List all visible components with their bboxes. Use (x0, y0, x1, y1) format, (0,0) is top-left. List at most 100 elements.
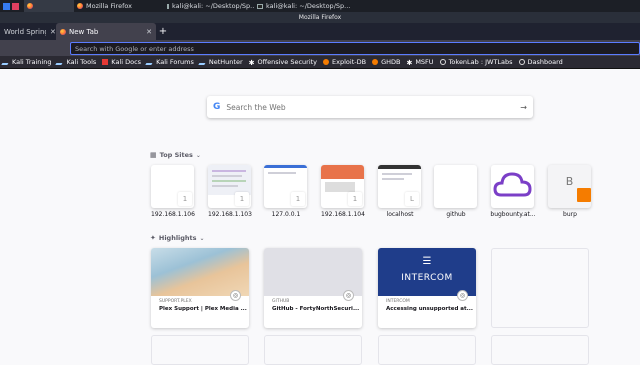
highlight-placeholder (264, 335, 362, 365)
highlight-placeholder (491, 335, 589, 365)
taskbar-item-terminal-1[interactable]: kali@kali: ~/Desktop/Sp... (164, 0, 254, 12)
highlight-source: SUPPORT.PLEX (159, 299, 192, 304)
bookmark-kali-tools[interactable]: Kali Tools (54, 58, 99, 66)
highlight-card[interactable]: ☰ INTERCOM ◎ INTERCOM Accessing unsuppor… (378, 248, 476, 328)
thumbnail-line (212, 175, 242, 177)
taskbar: Mozilla Firefox kali@kali: ~/Desktop/Sp.… (0, 0, 640, 12)
top-site-label: github (446, 211, 466, 218)
url-input[interactable] (75, 44, 635, 53)
new-tab-page: G Search the Web → ▦ Top Sites ⌄ 1 192.1… (0, 69, 640, 365)
top-site-label: bugbounty.at... (490, 211, 536, 218)
highlight-source: GITHUB (272, 299, 290, 304)
thumbnail-line (382, 173, 412, 175)
bookmark-kali-docs[interactable]: Kali Docs (99, 58, 144, 66)
system-menu-icon[interactable] (0, 0, 24, 12)
top-site-tile[interactable] (434, 165, 477, 208)
highlight-image: ☰ INTERCOM (378, 248, 476, 296)
bookmark-nethunter[interactable]: NetHunter (197, 58, 246, 66)
site-favicon: 1 (235, 192, 249, 206)
top-site-tile[interactable]: 1 (264, 165, 307, 208)
taskbar-item-firefox[interactable]: Mozilla Firefox (74, 0, 164, 12)
bookmark-kali-training[interactable]: Kali Training (0, 58, 54, 66)
url-bar[interactable] (70, 42, 640, 55)
thumbnail-line (212, 170, 246, 172)
bookmark-exploit-db[interactable]: Exploit-DB (320, 58, 369, 66)
highlights-heading[interactable]: ✦ Highlights ⌄ (150, 234, 205, 242)
highlight-placeholder (491, 248, 589, 328)
tab-new-tab[interactable]: New Tab ✕ (56, 23, 156, 40)
kali-icon (55, 59, 66, 65)
highlight-title: Accessing unsupported at... (386, 306, 473, 312)
bookmark-tokenlab[interactable]: TokenLab : JWTLabs (437, 58, 516, 66)
terminal-icon (257, 3, 263, 9)
offsec-icon: ✱ (248, 59, 255, 67)
page-icon: ◎ (457, 290, 468, 301)
site-favicon: 1 (291, 192, 305, 206)
search-placeholder: Search the Web (226, 102, 286, 112)
site-thumbnail (321, 165, 364, 179)
top-site-tile[interactable]: 1 (208, 165, 251, 208)
highlight-source: INTERCOM (386, 299, 410, 304)
intercom-wordmark: INTERCOM (401, 273, 453, 283)
thumbnail-line (212, 180, 246, 182)
firefox-icon (77, 3, 83, 9)
top-site-label: localhost (386, 211, 414, 218)
tab-world-spring[interactable]: World Spring (0, 23, 46, 40)
google-icon: G (213, 102, 221, 112)
page-icon: ◎ (343, 290, 354, 301)
top-site-label: 192.168.1.106 (151, 211, 195, 218)
chevron-down-icon: ⌄ (195, 151, 201, 159)
top-site-tile[interactable]: B (548, 165, 591, 208)
taskbar-item-blank[interactable] (24, 0, 74, 12)
kali-icon (145, 59, 155, 65)
top-site-tile[interactable]: 1 (321, 165, 364, 208)
site-favicon: 1 (178, 192, 192, 206)
site-letter: B (565, 175, 574, 188)
web-search-box[interactable]: G Search the Web → (207, 96, 533, 118)
thumbnail-line (382, 178, 404, 180)
new-tab-button[interactable]: + (156, 26, 170, 37)
grid-icon: ▦ (150, 151, 157, 159)
site-favicon: 1 (348, 192, 362, 206)
bookmark-offensive-security[interactable]: ✱ Offensive Security (246, 58, 320, 67)
bookmark-kali-forums[interactable]: Kali Forums (144, 58, 197, 66)
highlights-icon: ✦ (150, 234, 156, 242)
kali-icon (1, 59, 11, 65)
bookmark-ghdb[interactable]: GHDB (369, 58, 403, 66)
highlight-placeholder (151, 335, 249, 365)
globe-icon (518, 59, 525, 65)
firefox-icon (27, 3, 33, 9)
taskbar-item-terminal-2[interactable]: kali@kali: ~/Desktop/Sp... (254, 0, 354, 12)
top-sites-heading[interactable]: ▦ Top Sites ⌄ (150, 151, 201, 159)
highlight-title: Plex Support | Plex Media ... (159, 306, 247, 312)
top-site-tile[interactable]: L (378, 165, 421, 208)
arrow-right-icon[interactable]: → (520, 103, 527, 112)
kali-icon (198, 59, 208, 65)
tab-close-icon[interactable]: ✕ (46, 23, 56, 40)
highlight-placeholder (378, 335, 476, 365)
site-favicon: L (405, 192, 419, 206)
top-site-label: 127.0.0.1 (271, 211, 301, 218)
top-site-label: 192.168.1.104 (321, 211, 365, 218)
bookmarks-toolbar: Kali Training Kali Tools Kali Docs Kali … (0, 56, 640, 69)
top-site-label: 192.168.1.103 (208, 211, 252, 218)
bookmark-msfu[interactable]: ✱ MSFU (403, 58, 436, 67)
firefox-icon (60, 28, 66, 35)
tab-bar: World Spring ✕ New Tab ✕ + (0, 23, 640, 40)
exploitdb-icon (372, 59, 379, 65)
top-site-tile[interactable]: 1 (151, 165, 194, 208)
thumbnail-line (212, 185, 238, 187)
site-thumbnail (325, 182, 355, 192)
close-icon[interactable]: ✕ (142, 28, 152, 36)
highlight-card[interactable]: ◎ SUPPORT.PLEX Plex Support | Plex Media… (151, 248, 249, 328)
highlight-image (264, 248, 362, 296)
highlight-card[interactable]: ◎ GITHUB GitHub - FortyNorthSecuri... (264, 248, 362, 328)
site-thumbnail (264, 165, 307, 168)
thumbnail-line (268, 172, 296, 174)
page-icon: ◎ (230, 290, 241, 301)
highlight-title: GitHub - FortyNorthSecuri... (272, 306, 360, 312)
bookmark-dashboard[interactable]: Dashboard (516, 58, 566, 66)
top-site-tile[interactable] (491, 165, 534, 208)
terminal-icon (167, 3, 169, 9)
offsec-icon: ✱ (406, 59, 413, 67)
